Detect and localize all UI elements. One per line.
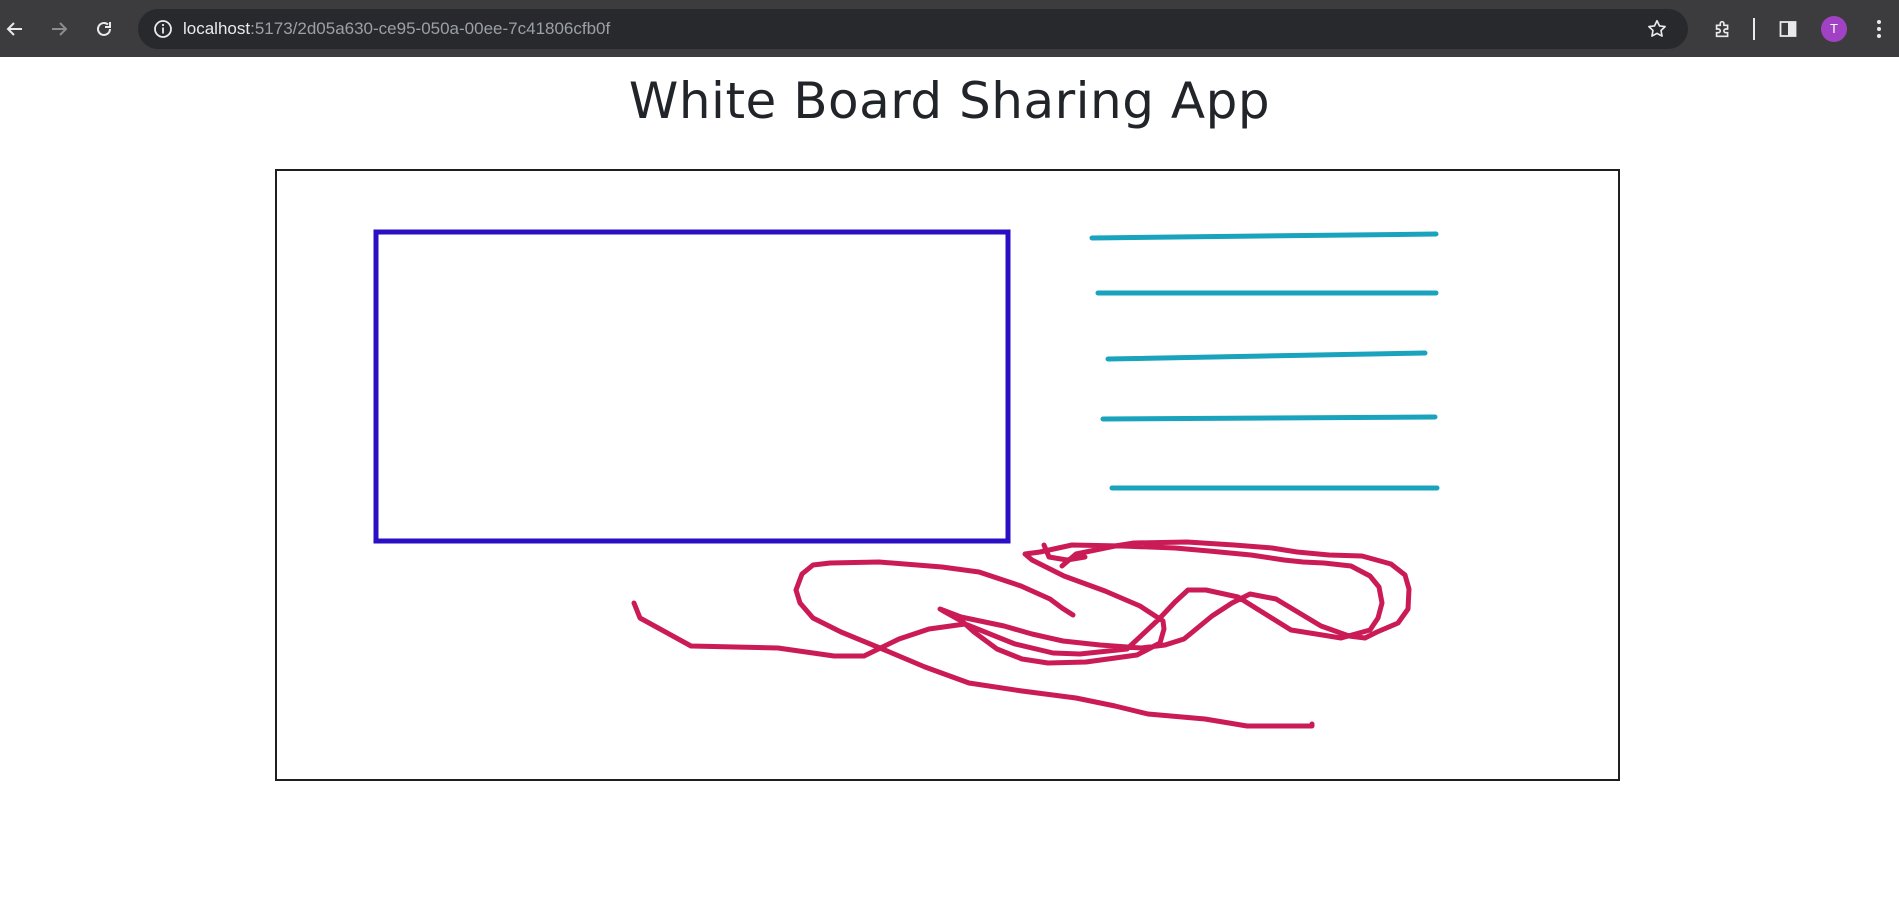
drawn-line <box>1089 231 1439 241</box>
site-info-icon[interactable] <box>148 14 178 44</box>
toolbar-divider <box>1753 18 1755 40</box>
url-host: localhost <box>183 19 251 38</box>
forward-button[interactable] <box>42 12 76 46</box>
back-arrow-icon <box>5 19 25 39</box>
url-text[interactable]: localhost:5173/2d05a630-ce95-050a-00ee-7… <box>183 9 610 49</box>
whiteboard-drawing <box>373 229 1440 729</box>
side-panel-button[interactable] <box>1771 12 1805 46</box>
reload-button[interactable] <box>87 12 121 46</box>
extensions-button[interactable] <box>1706 12 1740 46</box>
drawn-line <box>1100 414 1438 422</box>
more-menu-button[interactable] <box>1862 12 1896 46</box>
drawn-freehand-stroke <box>793 559 1315 729</box>
forward-arrow-icon <box>49 19 69 39</box>
back-button[interactable] <box>0 12 32 46</box>
browser-toolbar: localhost:5173/2d05a630-ce95-050a-00ee-7… <box>0 0 1899 57</box>
drawn-line <box>1105 350 1428 362</box>
address-bar[interactable]: localhost:5173/2d05a630-ce95-050a-00ee-7… <box>138 9 1688 49</box>
bookmark-star-icon[interactable] <box>1642 14 1672 44</box>
page-title: White Board Sharing App <box>628 72 1271 130</box>
drawn-rectangle <box>373 229 1011 544</box>
reload-icon <box>94 19 114 39</box>
more-menu-icon <box>1876 19 1882 39</box>
whiteboard-canvas[interactable] <box>275 169 1620 781</box>
side-panel-icon <box>1778 19 1798 39</box>
drawn-freehand-stroke <box>631 539 1412 666</box>
extensions-icon <box>1712 18 1734 40</box>
url-path: :5173/2d05a630-ce95-050a-00ee-7c41806cfb… <box>250 19 611 38</box>
profile-avatar[interactable]: T <box>1821 16 1847 42</box>
